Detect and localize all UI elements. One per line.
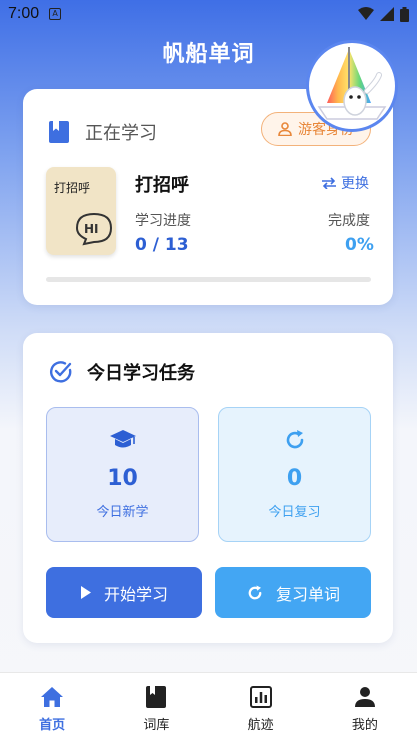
- notification-icon: A: [49, 8, 62, 20]
- tab-library[interactable]: 词库: [104, 673, 208, 741]
- review-words-stat[interactable]: 0 今日复习: [218, 407, 371, 542]
- book-icon: [146, 686, 167, 708]
- new-words-stat[interactable]: 10 今日新学: [46, 407, 199, 542]
- progress-value: 0 / 13: [135, 235, 189, 255]
- switch-label: 更换: [341, 176, 369, 192]
- battery-icon: [400, 6, 409, 22]
- daily-tasks-header: 今日学习任务: [49, 359, 195, 385]
- word-cover-image[interactable]: 打招呼 HI: [46, 167, 116, 255]
- bottom-tab-bar: 首页 词库 航迹 我的: [0, 672, 417, 741]
- person-outline-icon: [278, 122, 292, 136]
- review-words-count: 0: [286, 466, 303, 491]
- mascot-avatar[interactable]: [306, 40, 398, 132]
- start-learning-label: 开始学习: [103, 584, 168, 604]
- tab-track[interactable]: 航迹: [209, 673, 313, 741]
- completion-label: 完成度: [328, 213, 370, 229]
- signal-icon: [380, 7, 394, 21]
- graduation-cap-icon: [109, 430, 136, 448]
- tab-home-label: 首页: [39, 718, 66, 733]
- cover-bubble-text: HI: [84, 222, 99, 236]
- tab-track-label: 航迹: [247, 718, 274, 733]
- bookmark-book-icon: [49, 121, 69, 143]
- tab-profile[interactable]: 我的: [313, 673, 417, 741]
- review-words-label: 今日复习: [268, 505, 321, 520]
- current-study-label: 正在学习: [85, 123, 157, 144]
- tab-library-label: 词库: [143, 718, 170, 733]
- switch-word-button[interactable]: 更换: [321, 173, 369, 193]
- current-study-header: 正在学习: [49, 119, 157, 145]
- swap-icon: [322, 177, 336, 189]
- review-words-button[interactable]: 复习单词: [215, 567, 371, 618]
- tab-profile-label: 我的: [351, 718, 378, 733]
- new-words-label: 今日新学: [96, 505, 149, 520]
- review-words-button-label: 复习单词: [275, 584, 340, 604]
- new-words-count: 10: [107, 466, 138, 491]
- status-bar: 7:00 A: [0, 0, 417, 28]
- start-learning-button[interactable]: 开始学习: [46, 567, 202, 618]
- daily-tasks-title: 今日学习任务: [87, 363, 195, 384]
- sailboat-mascot-illustration: [317, 47, 387, 120]
- status-time: 7:00: [8, 5, 40, 22]
- wifi-icon: [358, 7, 374, 20]
- chart-icon: [249, 686, 272, 708]
- person-icon: [354, 687, 375, 707]
- play-icon: [80, 586, 91, 599]
- check-circle-icon: [50, 361, 72, 383]
- current-word: 打招呼: [135, 175, 189, 196]
- progress-label: 学习进度: [135, 213, 191, 229]
- home-icon: [41, 687, 64, 707]
- refresh-icon: [248, 585, 262, 599]
- daily-tasks-card: 今日学习任务 10 今日新学 0 今日复习 开始学习 复习单词: [23, 333, 393, 643]
- progress-bar: [46, 277, 371, 282]
- tab-home[interactable]: 首页: [0, 673, 104, 741]
- completion-value: 0%: [345, 235, 374, 255]
- cover-text: 打招呼: [54, 181, 91, 195]
- refresh-icon: [286, 430, 303, 449]
